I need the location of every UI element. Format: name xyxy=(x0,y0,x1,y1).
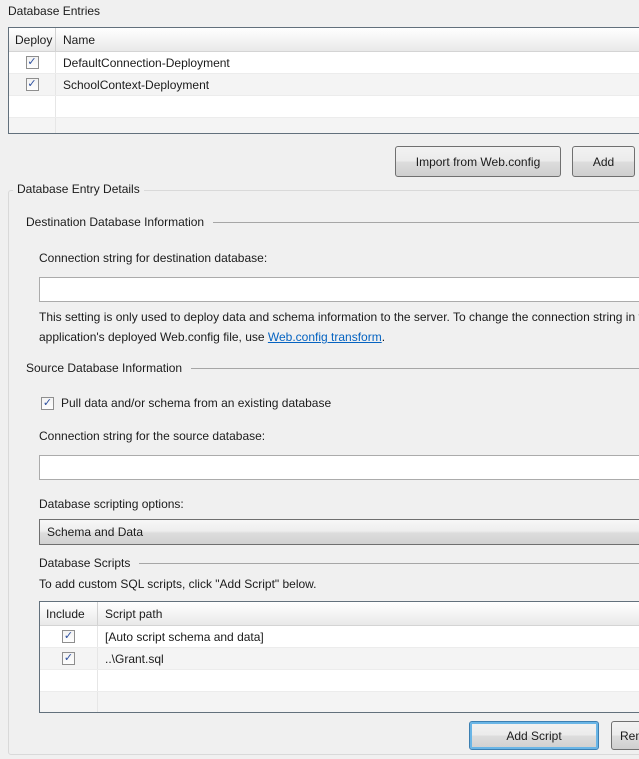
include-checkbox[interactable]: ✓ xyxy=(62,652,75,665)
destination-heading-label: Destination Database Information xyxy=(26,215,204,229)
include-checkbox[interactable]: ✓ xyxy=(62,630,75,643)
entry-name-cell: DefaultConnection-Deployment xyxy=(56,56,230,70)
table-row[interactable]: ✓ ..\Grant.sql xyxy=(40,648,639,670)
help-line2-period: . xyxy=(382,330,385,344)
scripts-header-path[interactable]: Script path xyxy=(98,602,639,625)
empty-table-row[interactable] xyxy=(40,670,639,692)
groupbox-title: Database Entry Details xyxy=(13,182,144,196)
database-scripts-table: Include Script path ✓ [Auto script schem… xyxy=(39,601,639,713)
deploy-cell xyxy=(9,118,56,134)
remove-script-button[interactable]: Remove Script xyxy=(611,721,639,750)
database-entries-title: Database Entries xyxy=(8,4,100,18)
checkbox-checked-icon: ✓ xyxy=(27,79,36,90)
script-path-cell: ..\Grant.sql xyxy=(98,652,164,666)
database-publish-settings-panel: { "colors": { "background": "#f0f0f0", "… xyxy=(0,0,639,759)
checkbox-checked-icon: ✓ xyxy=(64,631,73,642)
checkbox-checked-icon: ✓ xyxy=(27,57,36,68)
scripting-options-dropdown[interactable]: Schema and Data xyxy=(39,519,639,545)
heading-rule xyxy=(139,563,639,564)
table-row[interactable]: ✓ [Auto script schema and data] xyxy=(40,626,639,648)
source-heading-label: Source Database Information xyxy=(26,361,182,375)
empty-table-row[interactable] xyxy=(40,692,639,713)
deploy-cell: ✓ xyxy=(9,74,56,95)
deploy-checkbox[interactable]: ✓ xyxy=(26,56,39,69)
scripts-hint-text: To add custom SQL scripts, click "Add Sc… xyxy=(39,577,317,591)
deploy-cell xyxy=(9,96,56,117)
database-scripts-heading-label: Database Scripts xyxy=(39,556,130,570)
deploy-checkbox[interactable]: ✓ xyxy=(26,78,39,91)
entries-header-deploy[interactable]: Deploy xyxy=(9,28,56,51)
entry-name-cell: SchoolContext-Deployment xyxy=(56,78,209,92)
empty-table-row[interactable] xyxy=(9,96,639,118)
include-cell: ✓ xyxy=(40,648,98,669)
heading-rule xyxy=(213,222,639,223)
heading-rule xyxy=(191,368,639,369)
include-cell xyxy=(40,670,98,691)
help-line2-text: application's deployed Web.config file, … xyxy=(39,330,268,344)
scripting-options-selected-value: Schema and Data xyxy=(47,525,143,539)
add-button[interactable]: Add xyxy=(572,146,635,177)
webconfig-transform-link[interactable]: Web.config transform xyxy=(268,330,382,344)
scripts-header-include[interactable]: Include xyxy=(40,602,98,625)
table-row[interactable]: ✓ DefaultConnection-Deployment xyxy=(9,52,639,74)
import-from-webconfig-button[interactable]: Import from Web.config xyxy=(395,146,561,177)
checkbox-checked-icon: ✓ xyxy=(64,653,73,664)
scripts-table-header: Include Script path xyxy=(40,602,639,626)
database-scripts-heading: Database Scripts xyxy=(39,556,639,570)
database-entry-details-groupbox: Database Entry Details Destination Datab… xyxy=(8,190,639,755)
entries-table-header: Deploy Name xyxy=(9,28,639,52)
help-line1: This setting is only used to deploy data… xyxy=(39,310,639,324)
empty-table-row[interactable] xyxy=(9,118,639,134)
include-cell: ✓ xyxy=(40,626,98,647)
destination-connection-input[interactable] xyxy=(39,277,639,302)
pull-data-checkbox-row: ✓ Pull data and/or schema from an existi… xyxy=(41,396,331,410)
add-script-button[interactable]: Add Script xyxy=(469,721,599,750)
pull-data-checkbox[interactable]: ✓ xyxy=(41,397,54,410)
entries-header-name[interactable]: Name xyxy=(56,28,639,51)
destination-help-text: This setting is only used to deploy data… xyxy=(39,307,639,347)
pull-data-checkbox-label[interactable]: Pull data and/or schema from an existing… xyxy=(61,396,331,410)
source-connection-input[interactable] xyxy=(39,455,639,480)
checkbox-checked-icon: ✓ xyxy=(43,398,52,409)
table-row[interactable]: ✓ SchoolContext-Deployment xyxy=(9,74,639,96)
script-path-cell: [Auto script schema and data] xyxy=(98,630,264,644)
source-section-heading: Source Database Information xyxy=(26,361,639,375)
destination-section-heading: Destination Database Information xyxy=(26,215,639,229)
database-entries-table: Deploy Name ✓ DefaultConnection-Deployme… xyxy=(8,27,639,134)
source-connection-label: Connection string for the source databas… xyxy=(39,429,265,443)
scripting-options-label: Database scripting options: xyxy=(39,497,184,511)
deploy-cell: ✓ xyxy=(9,52,56,73)
include-cell xyxy=(40,692,98,713)
destination-connection-label: Connection string for destination databa… xyxy=(39,251,267,265)
